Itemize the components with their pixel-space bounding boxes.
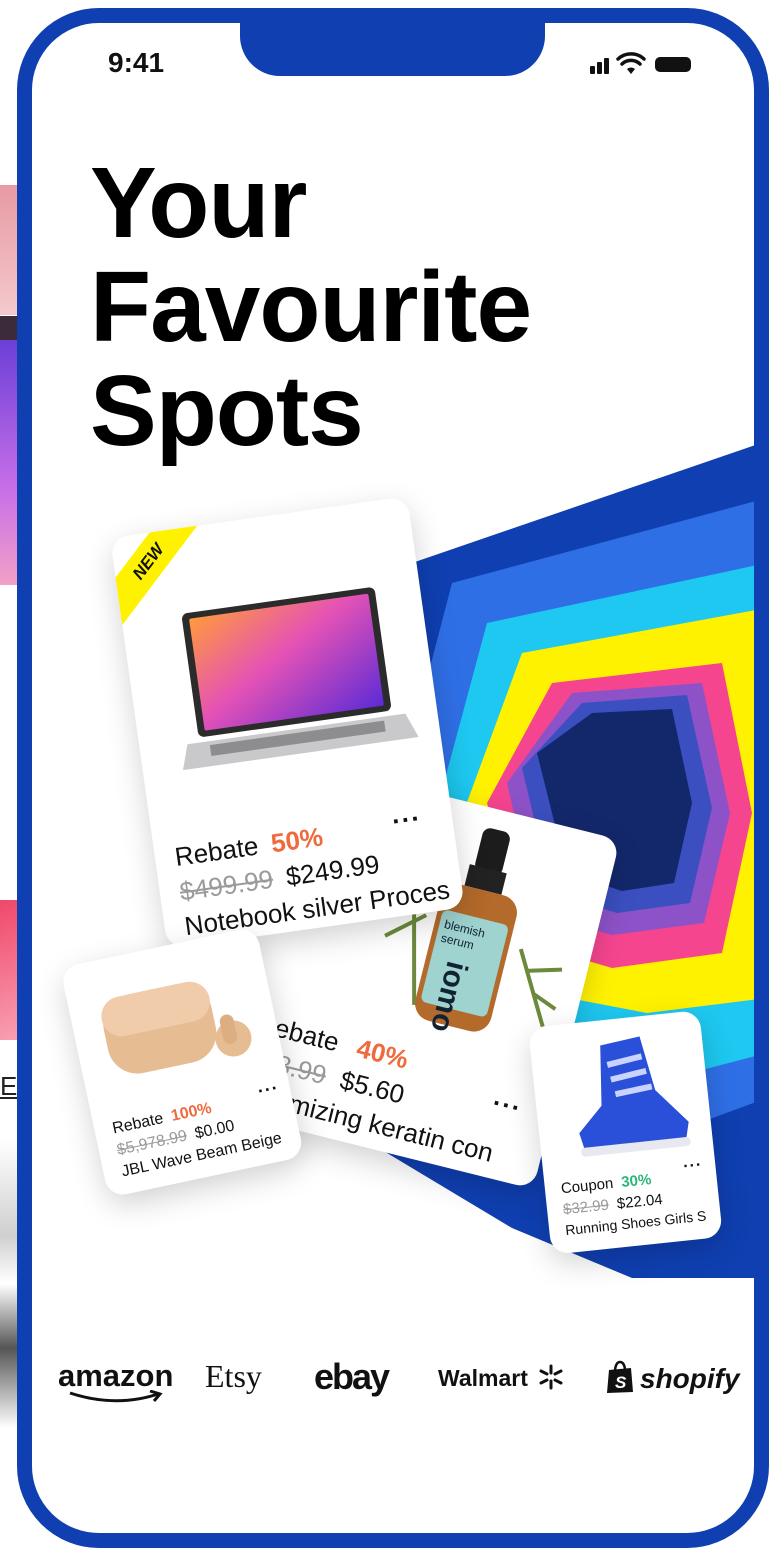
amazon-logo: amazon (58, 1358, 174, 1403)
signal-bar-2 (597, 62, 602, 74)
battery-icon (655, 57, 691, 72)
notebook-more-button[interactable]: ··· (390, 803, 423, 838)
product-card-shoes[interactable]: Coupon 30% ··· $32.99 $22.04 Running Sho… (528, 1010, 723, 1255)
wifi-icon (616, 52, 646, 74)
notebook-discount-label: Rebate (172, 830, 261, 872)
shoes-price: $22.04 (616, 1190, 664, 1213)
shoe-image (579, 1036, 691, 1157)
ebay-logo: ebay (314, 1356, 390, 1397)
status-time: 9:41 (108, 47, 165, 78)
page-title-line-2: Favourite (90, 251, 532, 363)
shopify-logo: S shopify (606, 1360, 740, 1395)
laptop-image (182, 587, 419, 771)
signal-bar-3 (604, 58, 609, 74)
status-icons (590, 50, 700, 80)
earbuds-discount-percent: 100% (169, 1099, 214, 1125)
walmart-spark-icon (539, 1364, 563, 1390)
earbuds-image (101, 981, 252, 1074)
product-card-notebook[interactable]: NEW Rebate 50% ··· $499.99 $249.99 Noteb… (110, 496, 465, 949)
svg-text:S: S (615, 1373, 627, 1392)
etsy-logo: Etsy (205, 1358, 262, 1394)
walmart-logo-text: Walmart (438, 1365, 528, 1391)
shoes-more-button[interactable]: ··· (682, 1157, 703, 1177)
shopify-logo-text: shopify (640, 1363, 740, 1394)
serum-more-button[interactable]: ··· (489, 1087, 524, 1124)
earbuds-price: $0.00 (193, 1117, 237, 1143)
page-title-line-3: Spots (90, 355, 364, 467)
phone-notch (240, 8, 545, 76)
amazon-smile-icon (69, 1390, 163, 1403)
shoes-discount-percent: 30% (620, 1170, 653, 1192)
shoes-old-price: $32.99 (562, 1196, 610, 1219)
shoes-discount-label: Coupon (560, 1174, 615, 1198)
notebook-discount-percent: 50% (269, 821, 325, 859)
amazon-logo-text: amazon (58, 1358, 174, 1393)
page-title-line-1: Your (90, 147, 307, 259)
earbuds-more-button[interactable]: ··· (256, 1077, 281, 1102)
walmart-logo: Walmart (438, 1364, 564, 1392)
shopify-bag-icon: S (607, 1360, 633, 1393)
signal-bar-1 (590, 66, 595, 74)
page-title: Your Favourite Spots (90, 147, 532, 467)
brand-logos: amazon Etsy ebay Walmart S shopify (58, 1356, 740, 1418)
